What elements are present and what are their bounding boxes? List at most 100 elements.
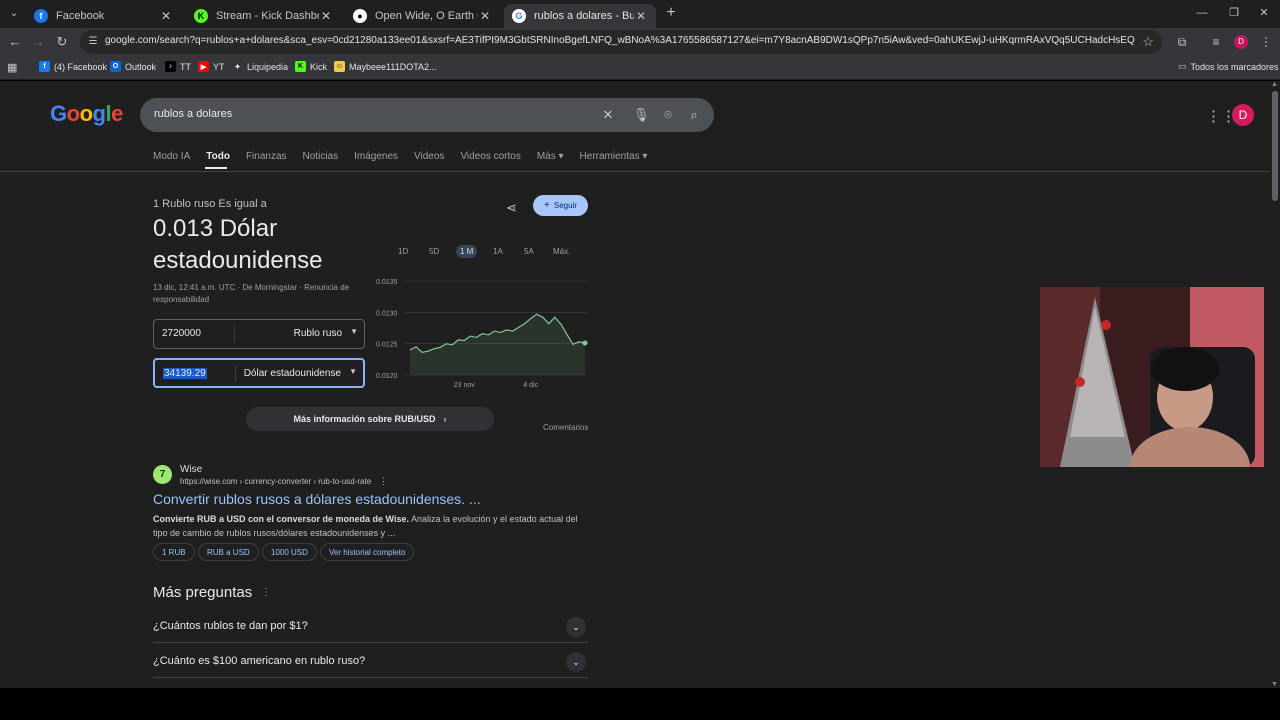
bookmark-smiley[interactable]: ☺ Maybeee111DOTA2... [334,61,437,72]
url-text[interactable]: google.com/search?q=rublos+a+dolares&sca… [105,35,1135,46]
range-5[interactable]: Máx. [553,247,570,256]
field-divider [234,326,235,342]
bookmark-label: Kick [310,61,328,72]
maximize-icon[interactable]: ❐ [1222,4,1246,22]
result-menu-icon[interactable]: ⋮ [379,476,388,487]
paa-question[interactable]: ¿Cuánto es $100 americano en rublo ruso?… [153,643,588,678]
search-tab-6[interactable]: Videos cortos [460,151,520,162]
close-tab-icon[interactable]: ✕ [319,9,333,23]
search-tab-5[interactable]: Videos [414,151,444,162]
profile-avatar[interactable]: D [1234,35,1248,49]
back-icon[interactable]: ← [7,34,23,50]
paa-question[interactable]: ¿Cuántos rublos te dan por $1? ⌄ [153,608,588,643]
bookmark-youtube[interactable]: ▶ YT [198,61,225,72]
kick-icon: K [295,61,306,72]
result-title-link[interactable]: Convertir rublos rusos a dólares estadou… [153,491,481,507]
tab-google[interactable]: Grublos a dolares - Buscar con G✕ [504,4,656,28]
search-tab-0[interactable]: Modo IA [153,151,190,162]
range-0[interactable]: 1D [398,247,408,256]
close-tab-icon[interactable]: ✕ [478,9,492,23]
bookmark-label: Liquipedia [247,61,289,72]
search-icon[interactable]: ⌕ [686,107,702,123]
result-chip[interactable]: 1 RUB [153,543,195,561]
lens-icon[interactable]: ⌾ [660,107,676,123]
bookmark-facebook[interactable]: f (4) Facebook [39,61,107,72]
account-avatar[interactable]: D [1232,104,1254,126]
to-currency-field[interactable]: 34139.29 Dólar estadounidense ▼ [153,358,365,388]
new-tab-icon[interactable]: + [663,5,679,21]
bookmark-star-icon[interactable]: ☆ [1142,34,1154,50]
tab-hbo[interactable]: ● Open Wide, O Earth • HBO Max✕ [345,4,500,28]
bookmark-outlook[interactable]: O Outlook [110,61,156,72]
tab-search-icon[interactable]: ⌄ [6,6,22,22]
range-2[interactable]: 1 M [456,245,478,258]
search-tab-8[interactable]: Herramientas ▾ [580,151,648,162]
range-1[interactable]: 5D [429,247,439,256]
more-info-button[interactable]: Más información sobre RUB/USD › [246,407,494,431]
range-3[interactable]: 1A [493,247,503,256]
extensions-icon[interactable]: ⧉ [1174,34,1190,50]
bookmark-tiktok[interactable]: ♪ TT [165,61,191,72]
result-site-name[interactable]: Wise [180,464,202,475]
facebook-icon: f [39,61,50,72]
follow-label: Seguir [553,201,577,210]
media-controls-icon[interactable]: ≡ [1208,34,1224,50]
google-logo[interactable]: Google [50,101,123,127]
data-point [582,340,588,346]
page-scrollbar[interactable]: ▲ ▼ [1270,81,1280,688]
bookmark-kick[interactable]: K Kick [295,61,327,72]
result-chip[interactable]: 1000 USD [262,543,317,561]
bookmark-liquipedia[interactable]: ✦ Liquipedia [232,61,288,72]
paa-menu-icon[interactable]: ⋮ [261,587,271,598]
exchange-rate-chart[interactable]: 0.0135 0.0130 0.0125 0.0120 23 nov 4 dic [370,271,595,396]
apps-icon[interactable]: ▦ [7,61,17,74]
from-currency-field[interactable]: 2720000 Rublo ruso ▼ [153,319,365,349]
scrollbar-thumb[interactable] [1272,91,1278,201]
bookmark-label: (4) Facebook [54,61,108,72]
follow-button[interactable]: + Seguir [533,195,588,216]
result-chip[interactable]: Ver historial completo [320,543,415,561]
tab-title: Open Wide, O Earth • HBO Max [375,10,478,22]
reload-icon[interactable]: ↻ [54,34,70,50]
to-amount-input[interactable]: 34139.29 [163,368,207,379]
y-tick-label: 0.0135 [376,279,398,286]
site-info-icon[interactable]: ☰ [86,35,100,49]
all-bookmarks[interactable]: ▭ Todos los marcadores [1178,61,1279,72]
to-currency-select[interactable]: Dólar estadounidense [244,368,341,379]
search-input[interactable]: rublos a dolares [154,108,232,120]
microphone-icon[interactable]: 🎙 [633,107,650,123]
chevron-down-icon[interactable]: ▼ [349,367,357,376]
forward-icon[interactable]: → [30,34,46,50]
search-tab-7[interactable]: Más ▾ [537,151,564,162]
close-tab-icon[interactable]: ✕ [159,9,173,23]
search-tab-4[interactable]: Imágenes [354,151,398,162]
result-chip[interactable]: RUB a USD [198,543,259,561]
chevron-down-icon[interactable]: ⌄ [566,652,586,672]
search-tab-2[interactable]: Finanzas [246,151,287,162]
chevron-down-icon[interactable]: ▼ [350,327,358,336]
tab-facebook[interactable]: f Facebook ✕ [26,4,181,28]
minimize-icon[interactable]: — [1190,4,1214,22]
webcam-overlay [1040,287,1264,467]
share-icon[interactable]: ⋖ [506,200,517,216]
tab-kick[interactable]: K Stream - Kick Dashboard✕ [186,4,341,28]
chevron-down-icon[interactable]: ⌄ [566,617,586,637]
address-bar[interactable]: ☰ google.com/search?q=rublos+a+dolares&s… [80,30,1162,54]
menu-kebab-icon[interactable]: ⋮ [1258,34,1274,50]
scroll-down-icon[interactable]: ▼ [1271,681,1278,688]
paa-question-text: ¿Cuánto es $100 americano en rublo ruso? [153,655,366,667]
result-url[interactable]: https://wise.com › currency-converter › … [180,477,371,486]
all-bookmarks-label: Todos los marcadores [1190,61,1279,72]
comments-link[interactable]: Comentarios [543,423,588,432]
from-amount-input[interactable]: 2720000 [162,328,201,339]
from-currency-select[interactable]: Rublo ruso [294,328,342,339]
range-4[interactable]: 5A [524,247,534,256]
wise-favicon[interactable]: 7 [153,465,172,484]
close-tab-icon[interactable]: ✕ [634,9,648,23]
scroll-up-icon[interactable]: ▲ [1271,81,1278,88]
search-box[interactable]: rublos a dolares ✕ 🎙 ⌾ ⌕ [140,98,714,132]
close-window-icon[interactable]: ✕ [1252,4,1276,22]
search-tab-1[interactable]: Todo [206,151,230,162]
search-tab-3[interactable]: Noticias [303,151,339,162]
clear-icon[interactable]: ✕ [600,107,616,123]
